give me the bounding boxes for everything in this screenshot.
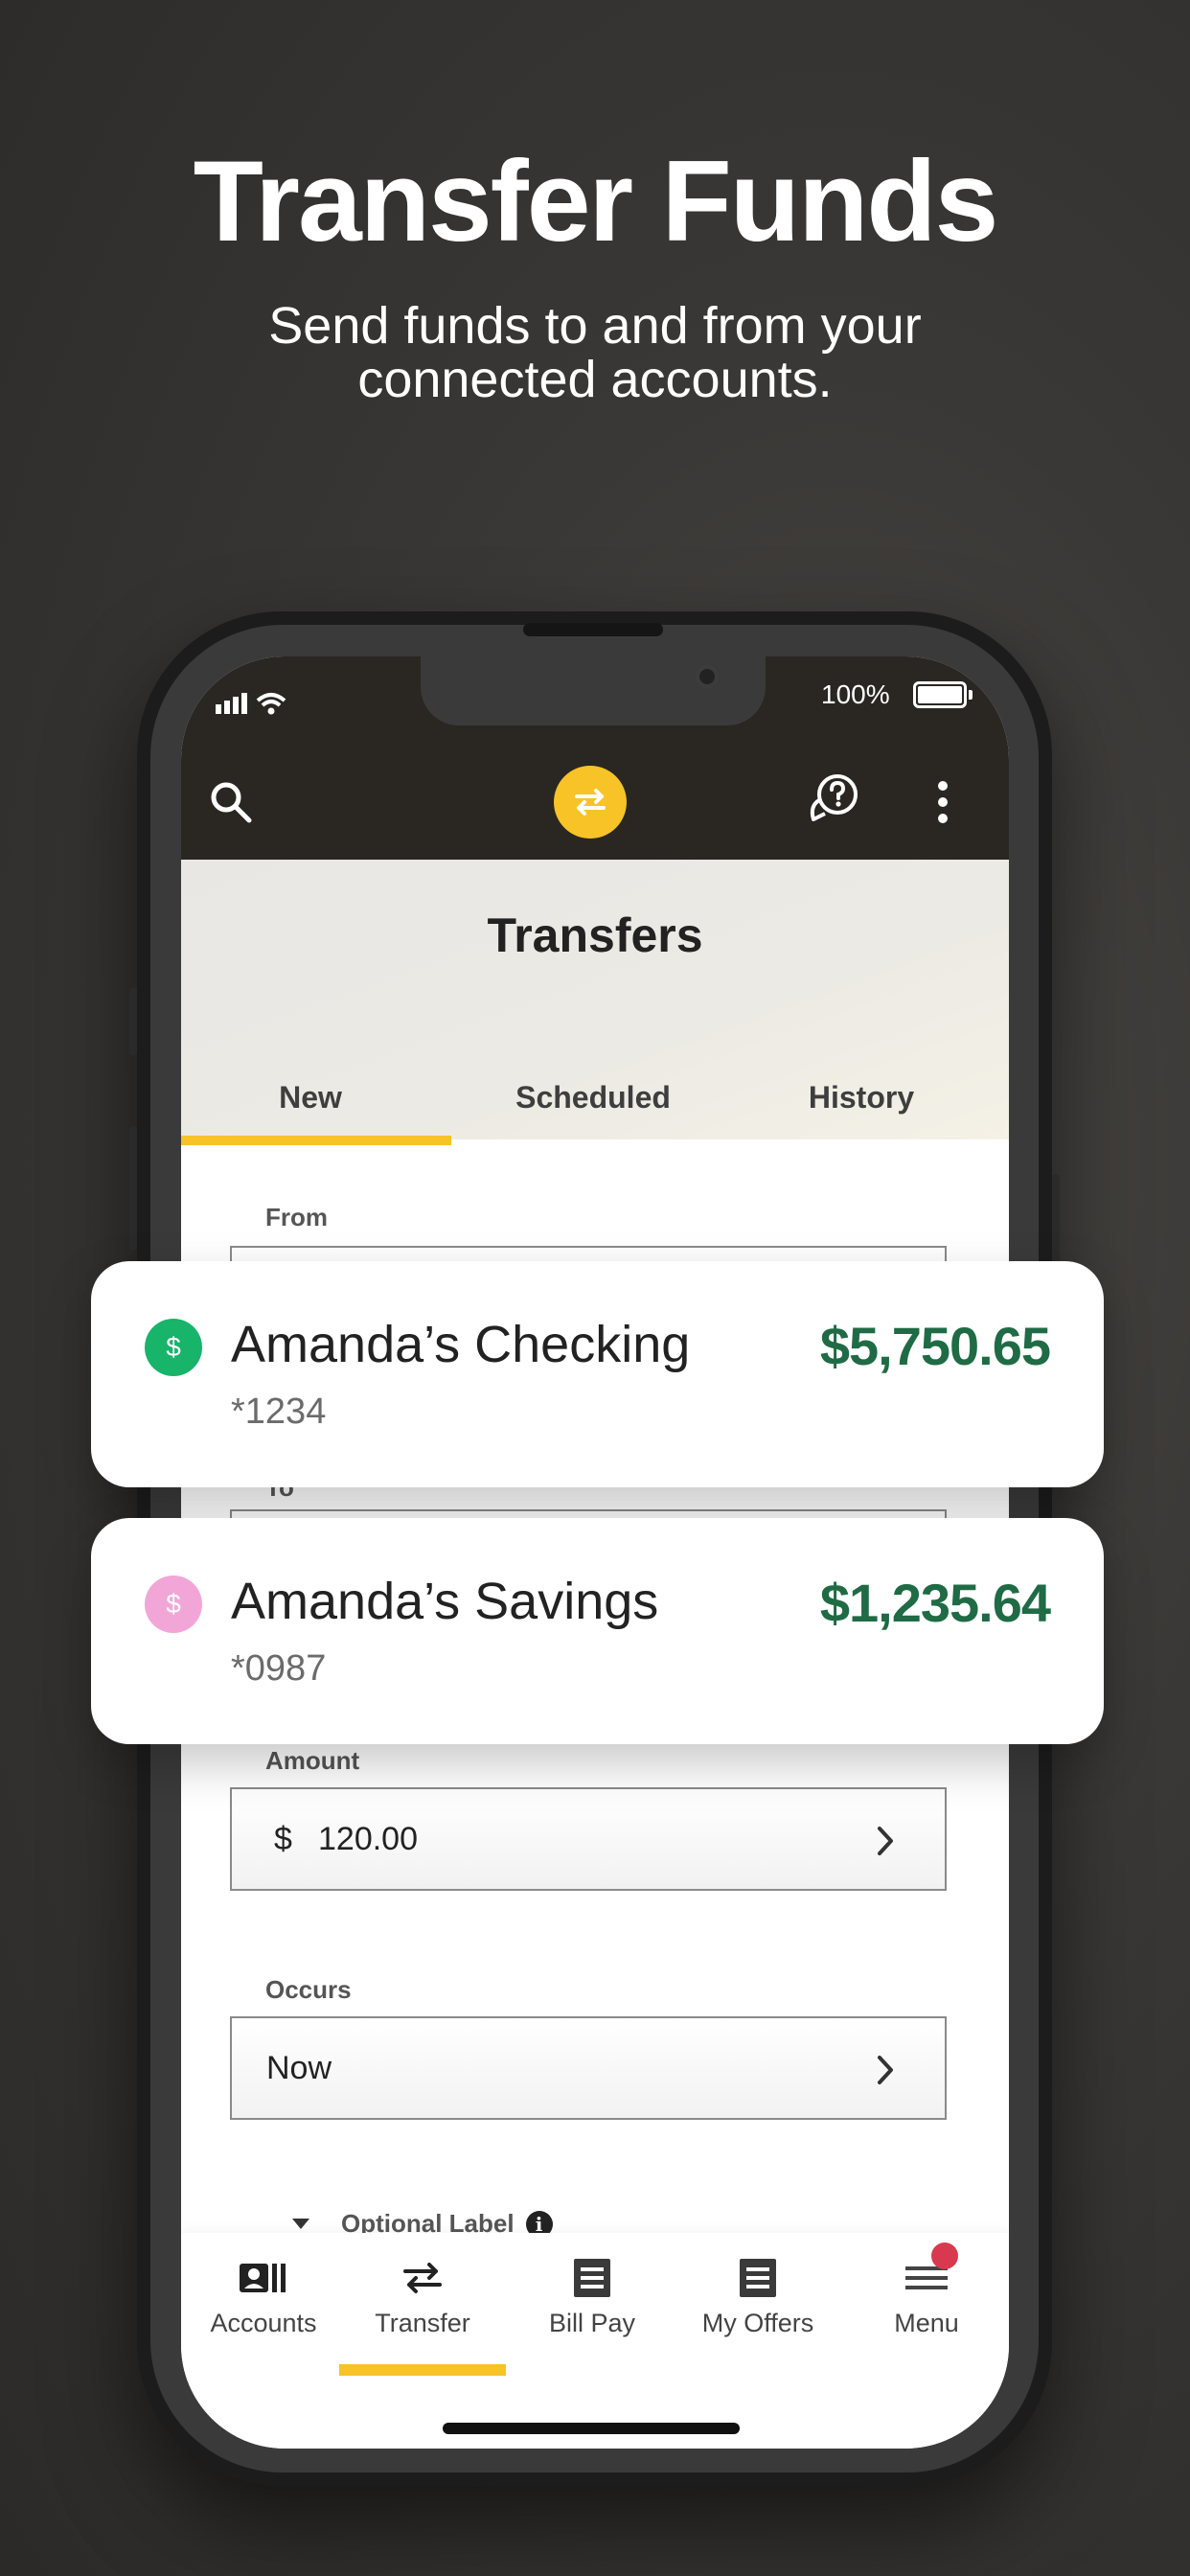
more-vertical-icon[interactable]	[928, 773, 957, 831]
tab-scheduled[interactable]: Scheduled	[488, 1080, 698, 1116]
nav-transfer[interactable]: Transfer	[340, 2253, 505, 2338]
notch	[421, 656, 766, 725]
nav-my-offers[interactable]: My Offers	[675, 2253, 840, 2338]
nav-label-menu: Menu	[894, 2309, 959, 2337]
currency-symbol: $	[274, 1821, 292, 1857]
hero-title: Transfer Funds	[193, 137, 999, 265]
transfer-icon	[340, 2253, 505, 2303]
amount-label: Amount	[265, 1746, 360, 1775]
occurs-label: Occurs	[265, 1975, 352, 2004]
nav-accounts[interactable]: Accounts	[181, 2253, 346, 2338]
transfer-icon	[575, 789, 606, 816]
hamburger-icon	[844, 2253, 1009, 2303]
occurs-value: Now	[266, 2050, 332, 2086]
account-card-checking[interactable]: $ Amanda’s Checking *1234 $5,750.65	[91, 1261, 1104, 1487]
chevron-right-icon	[878, 2056, 893, 2084]
account-card-savings[interactable]: $ Amanda’s Savings *0987 $1,235.64	[91, 1518, 1104, 1744]
tab-new[interactable]: New	[219, 1080, 401, 1116]
account-number: *1234	[231, 1392, 327, 1432]
accounts-icon	[181, 2253, 346, 2303]
chevron-right-icon	[878, 1827, 893, 1855]
active-nav-indicator	[339, 2364, 506, 2376]
account-balance: $1,235.64	[819, 1573, 1051, 1633]
active-tab-indicator	[181, 1136, 451, 1145]
tab-history[interactable]: History	[766, 1080, 957, 1116]
page-title: Transfers	[487, 908, 703, 962]
transfer-fab-button[interactable]	[554, 766, 627, 839]
nav-label-my-offers: My Offers	[701, 2309, 814, 2337]
help-chat-icon[interactable]	[804, 770, 865, 831]
app-top-bar: 100%	[181, 656, 1009, 860]
offers-icon	[675, 2253, 840, 2303]
dollar-icon: $	[145, 1576, 202, 1633]
notification-badge	[931, 2242, 958, 2269]
phone-side-button	[129, 987, 137, 1056]
signal-icon	[216, 693, 286, 715]
amount-value: 120.00	[318, 1821, 418, 1857]
caret-down-icon	[292, 2218, 309, 2229]
account-balance: $5,750.65	[819, 1316, 1051, 1376]
account-name: Amanda’s Checking	[231, 1316, 691, 1373]
front-camera	[695, 664, 720, 689]
battery-icon	[913, 681, 973, 708]
nav-label-accounts: Accounts	[210, 2309, 317, 2337]
dollar-icon: $	[145, 1319, 202, 1376]
search-icon[interactable]	[202, 773, 260, 831]
nav-label-bill-pay: Bill Pay	[548, 2309, 636, 2337]
nav-bill-pay[interactable]: Bill Pay	[510, 2253, 675, 2338]
hero-subtitle: Send funds to and from your connected ac…	[268, 297, 922, 408]
occurs-field[interactable]: Now	[230, 2016, 947, 2120]
bill-icon	[510, 2253, 675, 2303]
amount-field[interactable]: $ 120.00	[230, 1787, 947, 1891]
account-number: *0987	[231, 1648, 327, 1689]
account-name: Amanda’s Savings	[231, 1573, 659, 1630]
nav-label-transfer: Transfer	[375, 2309, 470, 2337]
nav-menu[interactable]: Menu	[844, 2253, 1009, 2338]
home-indicator[interactable]	[443, 2423, 740, 2434]
phone-speaker	[523, 623, 663, 636]
phone-side-button	[129, 1126, 137, 1251]
from-label: From	[265, 1203, 328, 1231]
battery-percentage: 100%	[821, 679, 890, 709]
